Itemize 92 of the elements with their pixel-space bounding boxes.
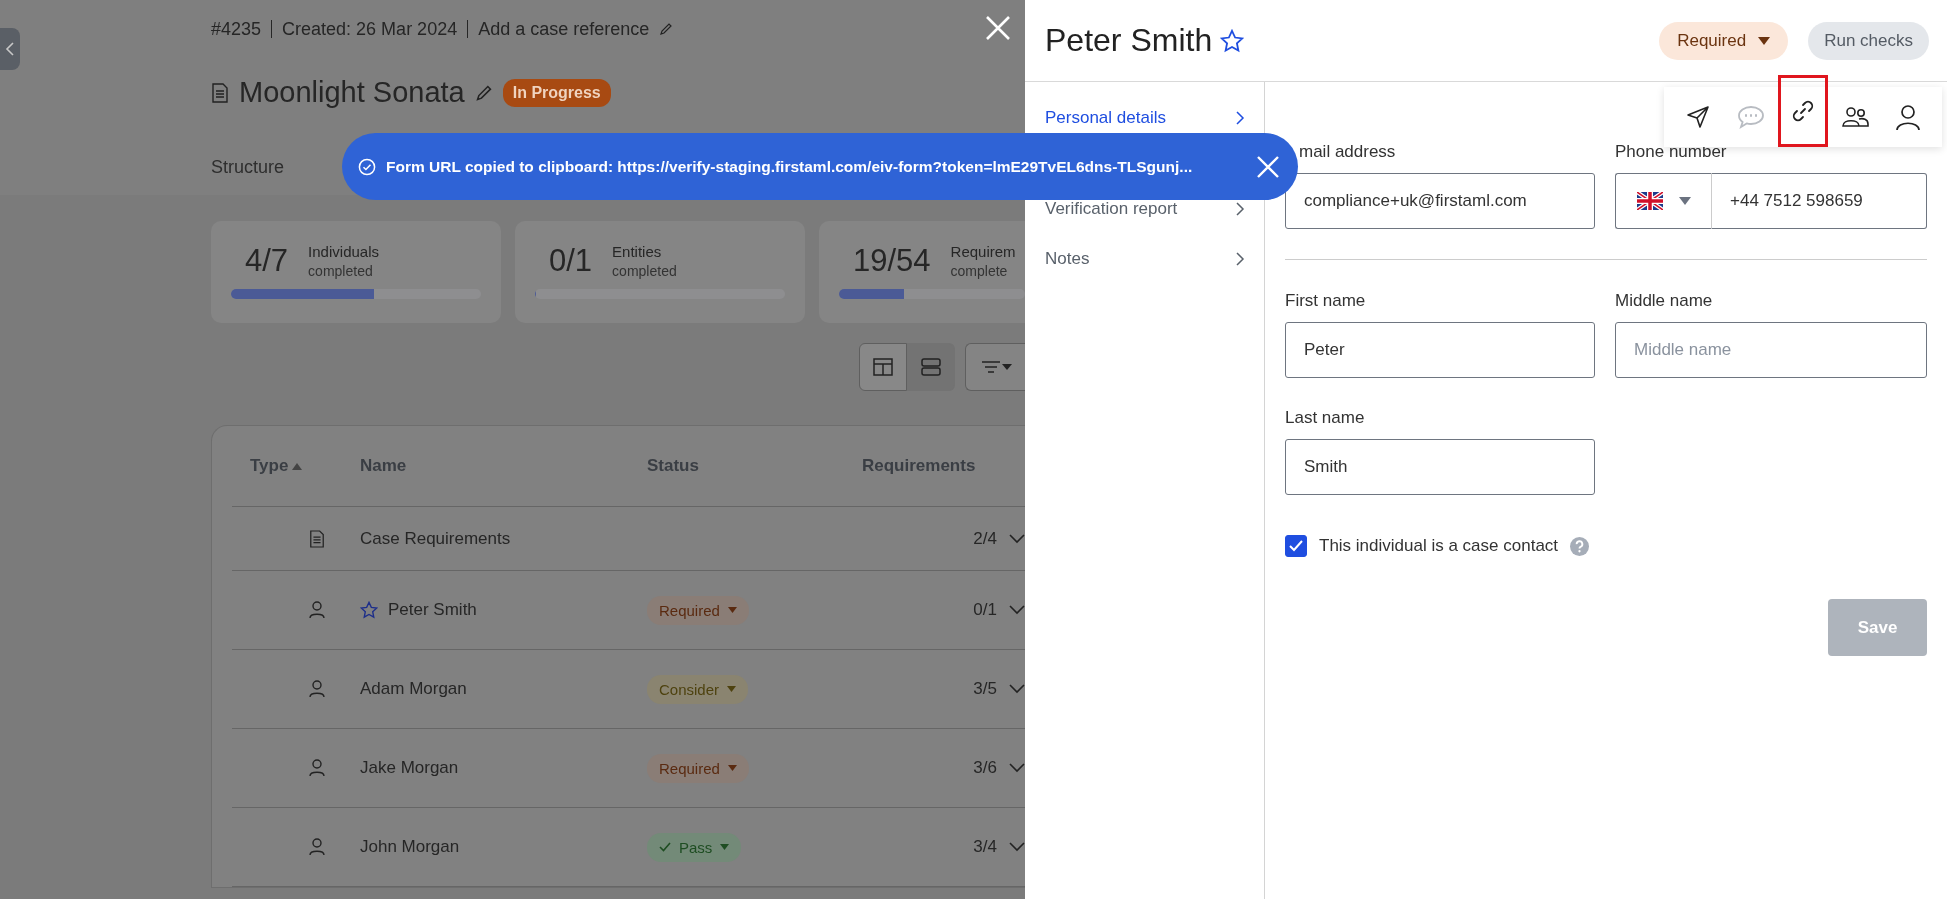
requirements-count: 0/1 bbox=[973, 600, 997, 620]
people-icon[interactable] bbox=[1840, 104, 1871, 130]
status-dropdown[interactable]: Required bbox=[1659, 21, 1789, 60]
email-field[interactable]: compliance+uk@firstaml.com bbox=[1285, 173, 1595, 229]
table-view-button[interactable] bbox=[859, 343, 907, 391]
expand-chevron-icon[interactable] bbox=[1009, 684, 1025, 694]
stat-sublabel: completed bbox=[612, 263, 677, 279]
stat-sublabel: complete bbox=[950, 263, 1009, 279]
person-icon bbox=[309, 759, 325, 777]
flag-icon[interactable] bbox=[1636, 192, 1663, 210]
star-icon[interactable] bbox=[1220, 28, 1245, 53]
middle-name-field[interactable]: Middle name bbox=[1615, 322, 1927, 378]
field-label: Phone number bbox=[1615, 142, 1728, 162]
nav-item[interactable]: Personal details bbox=[1045, 102, 1245, 134]
person-icon bbox=[309, 838, 325, 856]
document-icon bbox=[211, 82, 229, 103]
row-name: Peter Smith bbox=[388, 600, 477, 620]
caret-icon[interactable] bbox=[1002, 364, 1012, 370]
last-name-field[interactable]: Smith bbox=[1285, 439, 1595, 495]
status-pill[interactable]: Pass bbox=[647, 832, 742, 862]
stat-value: 0/1 bbox=[549, 243, 593, 279]
tab[interactable]: Structure bbox=[197, 147, 299, 195]
expand-chevron-icon[interactable] bbox=[1009, 533, 1025, 544]
rows-icon[interactable] bbox=[919, 357, 942, 377]
column-header[interactable]: Status bbox=[647, 456, 699, 475]
stat-sublabel: completed bbox=[308, 263, 374, 279]
help-icon[interactable] bbox=[1570, 536, 1590, 556]
row-name: Adam Morgan bbox=[360, 679, 467, 699]
table-icon[interactable] bbox=[872, 357, 894, 377]
requirements-count: 3/4 bbox=[973, 837, 997, 857]
first-name-field[interactable]: Peter bbox=[1285, 322, 1595, 378]
column-header[interactable]: Type bbox=[250, 456, 289, 476]
status-pill[interactable]: Consider bbox=[647, 674, 749, 704]
run-checks-button[interactable]: Run checks bbox=[1808, 21, 1929, 60]
requirements-count: 2/4 bbox=[973, 528, 997, 549]
case-meta: #4235 bbox=[211, 18, 262, 40]
status-badge: In Progress bbox=[502, 78, 611, 107]
checkbox-label: This individual is a case contact bbox=[1319, 536, 1559, 556]
status-pill[interactable]: Required bbox=[647, 753, 749, 783]
link-button[interactable] bbox=[1777, 75, 1828, 147]
field-label: Last name bbox=[1285, 408, 1366, 428]
close-icon[interactable] bbox=[985, 15, 1011, 41]
stat-label: Individuals bbox=[308, 243, 379, 260]
person-icon[interactable] bbox=[1894, 103, 1921, 131]
column-header[interactable]: Requirements bbox=[862, 456, 976, 476]
paper-plane-icon[interactable] bbox=[1685, 104, 1712, 130]
phone-field[interactable]: +44 7512 598659 bbox=[1712, 173, 1927, 229]
expand-chevron-icon[interactable] bbox=[1009, 763, 1025, 773]
stat-label: Requirem bbox=[950, 243, 1016, 260]
chevron-right-icon[interactable] bbox=[1235, 110, 1245, 126]
caret-icon[interactable] bbox=[1758, 36, 1771, 45]
nav-item[interactable]: Notes bbox=[1045, 234, 1245, 284]
person-icon bbox=[309, 601, 325, 619]
check-circle-icon bbox=[358, 157, 376, 176]
edit-icon[interactable] bbox=[659, 22, 674, 36]
expand-chevron-icon[interactable] bbox=[1009, 842, 1025, 852]
filter-button[interactable] bbox=[965, 343, 1025, 391]
chevron-left-icon[interactable] bbox=[5, 41, 15, 57]
country-dropdown[interactable] bbox=[1615, 173, 1712, 229]
row-name: Case Requirements bbox=[360, 528, 511, 549]
expand-chevron-icon[interactable] bbox=[1009, 605, 1025, 615]
document-icon bbox=[309, 529, 325, 548]
chevron-right-icon[interactable] bbox=[1235, 251, 1245, 267]
nav-item[interactable]: Verification report bbox=[1045, 184, 1245, 234]
edit-icon[interactable] bbox=[474, 83, 493, 102]
person-name: Peter Smith bbox=[1045, 22, 1213, 59]
field-label: Middle name bbox=[1615, 291, 1714, 311]
collapse-tab[interactable] bbox=[0, 28, 20, 70]
requirements-count: 3/6 bbox=[973, 758, 997, 778]
status-pill[interactable]: Required bbox=[647, 595, 749, 625]
row-name: Jake Morgan bbox=[360, 758, 459, 778]
case-meta: Created: 26 Mar 2024 bbox=[282, 18, 458, 40]
chevron-right-icon[interactable] bbox=[1235, 201, 1245, 217]
close-icon[interactable] bbox=[1256, 154, 1280, 179]
add-reference-link[interactable]: Add a case reference bbox=[478, 18, 650, 40]
field-label: mail address bbox=[1299, 142, 1397, 162]
caret-icon[interactable] bbox=[1678, 197, 1691, 205]
field-label: First name bbox=[1285, 291, 1367, 311]
toast-message: Form URL copied to clipboard: https://verify-staging.firstaml.com/eiv-form?token=lmE29TvEL6dns-TLSgunj... bbox=[386, 157, 1194, 176]
case-title: Moonlight Sonata bbox=[239, 76, 465, 109]
filter-icon[interactable] bbox=[980, 359, 1002, 375]
person-icon bbox=[309, 680, 325, 698]
row-name: John Morgan bbox=[360, 837, 460, 857]
stat-label: Entities bbox=[612, 243, 663, 260]
sort-icon[interactable] bbox=[291, 461, 304, 471]
requirements-count: 3/5 bbox=[973, 679, 997, 699]
stat-value: 4/7 bbox=[245, 243, 289, 279]
card-view-button[interactable] bbox=[907, 343, 955, 391]
stat-value: 19/54 bbox=[853, 243, 931, 279]
star-icon[interactable] bbox=[360, 601, 378, 619]
check-icon bbox=[659, 842, 671, 852]
column-header[interactable]: Name bbox=[360, 456, 407, 476]
